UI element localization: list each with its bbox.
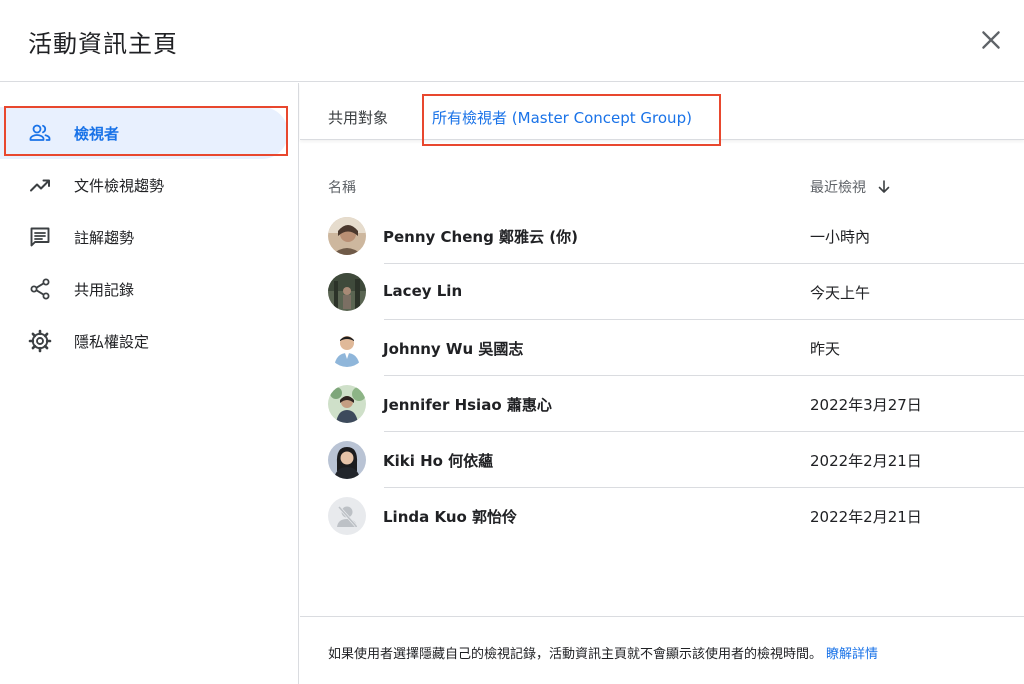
footer-note: 如果使用者選擇隱藏自己的檢視記錄，活動資訊主頁就不會顯示該使用者的檢視時間。 瞭解… (328, 643, 878, 662)
last-viewed-time: 一小時內 (810, 228, 871, 246)
gear-icon (28, 329, 52, 353)
last-viewed-time: 今天上午 (810, 284, 871, 302)
sidebar-item-comment-trends[interactable]: 註解趨勢 (0, 211, 288, 263)
table-row: Lacey Lin 今天上午 (328, 264, 1024, 320)
footer: 如果使用者選擇隱藏自己的檢視記錄，活動資訊主頁就不會顯示該使用者的檢視時間。 瞭解… (300, 616, 1024, 684)
sidebar-item-label: 文件檢視趨勢 (74, 176, 165, 195)
viewer-name: Jennifer Hsiao 蕭惠心 (383, 396, 552, 414)
tab-shared-with[interactable]: 共用對象 (328, 107, 388, 128)
share-icon (28, 277, 52, 301)
sidebar-item-sharing-history[interactable]: 共用記錄 (0, 263, 288, 315)
viewer-name: Kiki Ho 何依蘊 (383, 452, 494, 470)
main-panel: 共用對象 所有檢視者 (Master Concept Group) 名稱 最近檢… (300, 83, 1024, 684)
last-viewed-time: 2022年3月27日 (810, 396, 922, 414)
footer-note-text: 如果使用者選擇隱藏自己的檢視記錄，活動資訊主頁就不會顯示該使用者的檢視時間。 (328, 647, 823, 662)
tab-bar: 共用對象 所有檢視者 (Master Concept Group) (300, 83, 1024, 140)
close-icon (982, 31, 1000, 49)
table-row: Johnny Wu 吳國志 昨天 (328, 320, 1024, 376)
comment-icon (28, 225, 52, 249)
viewer-name: Linda Kuo 郭怡伶 (383, 508, 518, 526)
table-row: Penny Cheng 鄭雅云 (你) 一小時內 (328, 208, 1024, 264)
column-header-name: 名稱 (328, 180, 356, 196)
column-header-last-viewed[interactable]: 最近檢視 (810, 177, 892, 197)
last-viewed-time: 2022年2月21日 (810, 508, 922, 526)
tab-all-viewers[interactable]: 所有檢視者 (Master Concept Group) (432, 107, 692, 128)
viewer-name: Johnny Wu 吳國志 (383, 340, 524, 358)
last-viewed-time: 2022年2月21日 (810, 452, 922, 470)
learn-more-link[interactable]: 瞭解詳情 (826, 647, 878, 662)
table-row: Jennifer Hsiao 蕭惠心 2022年3月27日 (328, 376, 1024, 432)
sidebar: 檢視者 文件檢視趨勢 註解趨勢 共用記錄 隱私權設定 (0, 83, 299, 684)
sidebar-item-label: 隱私權設定 (74, 332, 150, 351)
sidebar-item-label: 註解趨勢 (74, 228, 135, 247)
avatar (328, 497, 366, 535)
trending-up-icon (28, 173, 52, 197)
viewer-name: Lacey Lin (383, 282, 463, 300)
column-header-label: 最近檢視 (810, 180, 866, 196)
arrow-down-icon (878, 180, 890, 193)
avatar (328, 273, 366, 311)
close-button[interactable] (978, 27, 1004, 53)
sidebar-item-label: 檢視者 (74, 124, 120, 143)
last-viewed-time: 昨天 (810, 340, 841, 358)
people-icon (28, 121, 52, 145)
avatar (328, 385, 366, 423)
dialog-title: 活動資訊主頁 (28, 30, 178, 58)
table-row: Kiki Ho 何依蘊 2022年2月21日 (328, 432, 1024, 488)
viewer-name: Penny Cheng 鄭雅云 (你) (383, 228, 578, 246)
sidebar-item-viewers[interactable]: 檢視者 (0, 107, 288, 159)
table-row: Linda Kuo 郭怡伶 2022年2月21日 (328, 488, 1024, 544)
sidebar-item-label: 共用記錄 (74, 280, 135, 299)
sidebar-item-doc-view-trends[interactable]: 文件檢視趨勢 (0, 159, 288, 211)
avatar (328, 441, 366, 479)
sidebar-item-privacy-settings[interactable]: 隱私權設定 (0, 315, 288, 367)
dialog-header: 活動資訊主頁 (0, 0, 1024, 82)
avatar (328, 329, 366, 367)
avatar (328, 217, 366, 255)
